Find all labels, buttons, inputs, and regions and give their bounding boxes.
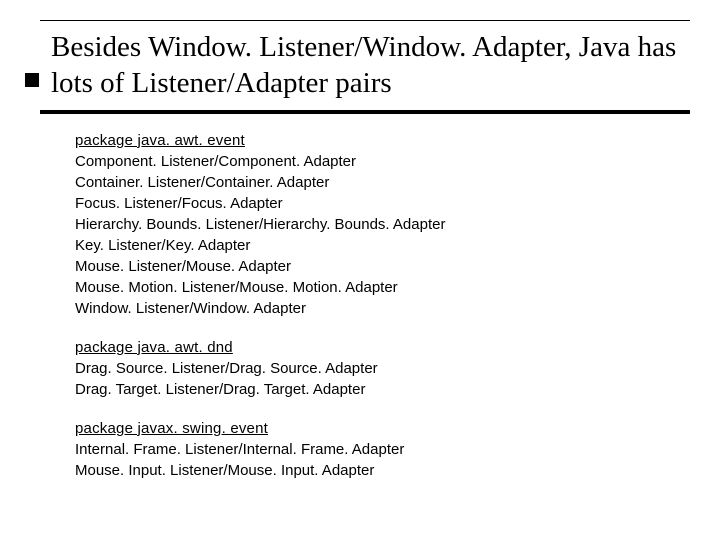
pair-item: Key. Listener/Key. Adapter	[75, 235, 690, 256]
pair-item: Component. Listener/Component. Adapter	[75, 151, 690, 172]
pair-list: Drag. Source. Listener/Drag. Source. Ada…	[75, 358, 690, 400]
slide-title-block: Besides Window. Listener/Window. Adapter…	[25, 29, 690, 102]
title-bullet-square	[25, 73, 39, 87]
pair-list: Component. Listener/Component. Adapter C…	[75, 151, 690, 319]
pair-item: Mouse. Listener/Mouse. Adapter	[75, 256, 690, 277]
top-border-line	[40, 20, 690, 21]
package-heading: package java. awt. event	[75, 132, 690, 149]
package-heading: package java. awt. dnd	[75, 339, 690, 356]
slide-title: Besides Window. Listener/Window. Adapter…	[51, 29, 690, 102]
pair-item: Container. Listener/Container. Adapter	[75, 172, 690, 193]
pair-item: Hierarchy. Bounds. Listener/Hierarchy. B…	[75, 214, 690, 235]
pair-item: Mouse. Input. Listener/Mouse. Input. Ada…	[75, 460, 690, 481]
pair-item: Drag. Target. Listener/Drag. Target. Ada…	[75, 379, 690, 400]
slide-content: package java. awt. event Component. List…	[25, 132, 690, 481]
pair-item: Internal. Frame. Listener/Internal. Fram…	[75, 439, 690, 460]
pair-item: Focus. Listener/Focus. Adapter	[75, 193, 690, 214]
pair-item: Drag. Source. Listener/Drag. Source. Ada…	[75, 358, 690, 379]
pair-item: Mouse. Motion. Listener/Mouse. Motion. A…	[75, 277, 690, 298]
pair-item: Window. Listener/Window. Adapter	[75, 298, 690, 319]
title-underline-bar	[40, 110, 690, 114]
pair-list: Internal. Frame. Listener/Internal. Fram…	[75, 439, 690, 481]
package-heading: package javax. swing. event	[75, 420, 690, 437]
